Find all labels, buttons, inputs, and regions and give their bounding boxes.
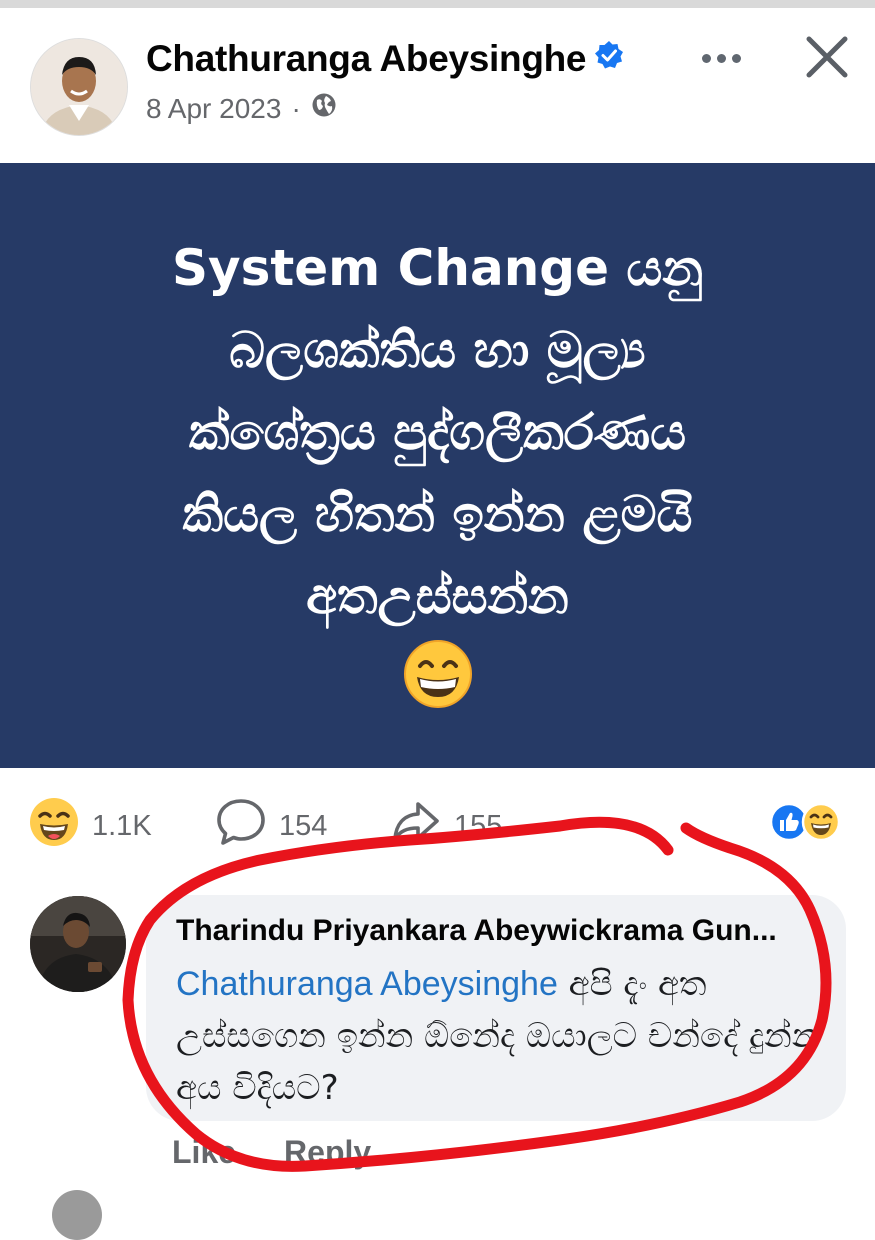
grinning-face-icon	[403, 639, 473, 714]
close-button[interactable]	[800, 30, 854, 84]
author-avatar[interactable]	[30, 38, 128, 136]
dot-icon	[701, 53, 711, 63]
comment-count-value: 154	[279, 809, 328, 842]
post-author-name[interactable]: Chathuranga Abeysinghe	[146, 38, 587, 79]
laughing-reaction-icon	[801, 802, 841, 842]
post-text: System Change යනු බලශක්තිය හා මූල්‍ය ක්ශ…	[172, 217, 703, 637]
next-commenter-avatar[interactable]	[52, 1190, 102, 1240]
comment-mention[interactable]: Chathuranga Abeysinghe	[176, 965, 558, 1003]
post-text-line: System Change යනු	[172, 239, 703, 297]
share-icon	[390, 796, 442, 856]
post-meta: 8 Apr 2023 ·	[146, 92, 337, 125]
post-text-line: ක්ශේත්‍රය පුද්ගලීකරණය	[188, 403, 687, 461]
like-button[interactable]: Like	[172, 1134, 236, 1171]
post-image[interactable]: System Change යනු බලශක්තිය හා මූල්‍ය ක්ශ…	[0, 163, 875, 768]
comment-text: Chathuranga Abeysinghe අපි දැං අත උස්සගෙ…	[176, 958, 826, 1114]
share-count-value: 155	[454, 809, 503, 842]
dot-icon	[731, 53, 741, 63]
verified-badge-icon	[594, 37, 624, 79]
meta-separator: ·	[291, 92, 301, 124]
share-count[interactable]: 155	[390, 796, 502, 856]
reply-button[interactable]: Reply	[284, 1134, 371, 1171]
comment-count[interactable]: 154	[215, 796, 327, 856]
close-icon	[806, 36, 848, 78]
post-author[interactable]: Chathuranga Abeysinghe	[146, 38, 624, 80]
reaction-count[interactable]: 1.1K	[28, 796, 152, 856]
comment-author[interactable]: Tharindu Priyankara Abeywickrama Gun...	[176, 914, 816, 948]
dot-icon	[716, 53, 726, 63]
globe-icon	[311, 92, 337, 125]
post-text-line: බලශක්තිය හා මූල්‍ය	[229, 321, 646, 379]
post-date[interactable]: 8 Apr 2023	[146, 93, 281, 125]
post-text-line: කියල හිතන් ඉන්න ළමයි	[182, 485, 693, 543]
laughing-reaction-icon	[28, 796, 80, 856]
post-text-line: අතඋස්සන්න	[306, 567, 569, 625]
commenter-avatar[interactable]	[30, 896, 126, 992]
more-options-button[interactable]	[693, 38, 749, 78]
comment-icon	[215, 796, 267, 856]
reaction-summary[interactable]	[769, 800, 849, 844]
reaction-count-value: 1.1K	[92, 809, 152, 842]
top-divider	[0, 0, 875, 8]
like-reaction-icon	[769, 802, 809, 842]
comment-actions: Like Reply	[172, 1134, 371, 1171]
post-stats: 1.1K 154 155	[0, 796, 875, 856]
